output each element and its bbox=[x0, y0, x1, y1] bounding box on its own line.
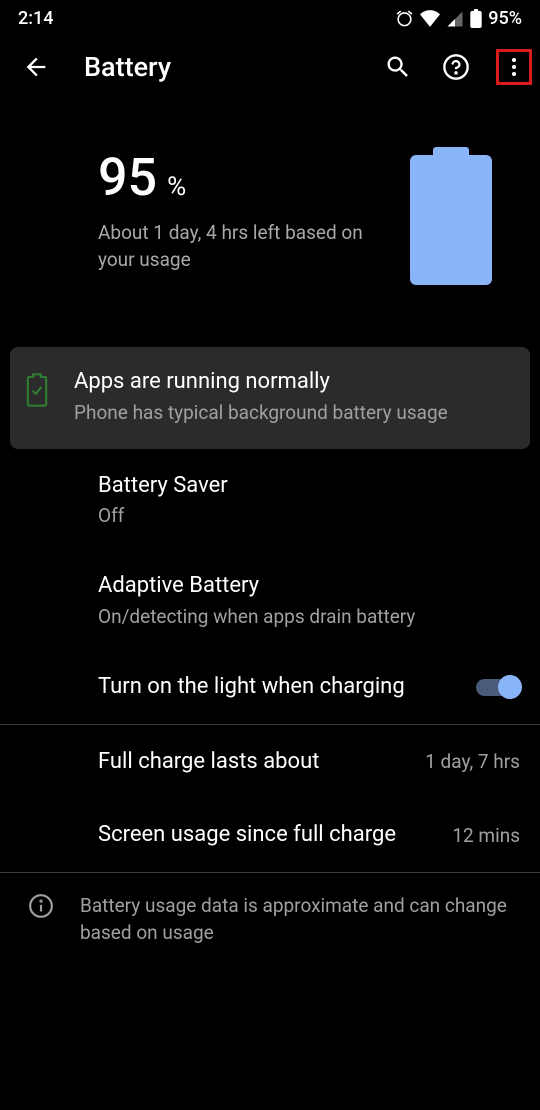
setting-title: Screen usage since full charge bbox=[98, 820, 436, 850]
battery-status-pct: 95% bbox=[488, 8, 522, 29]
battery-hero: 95 % About 1 day, 4 hrs left based on yo… bbox=[0, 97, 540, 321]
setting-subtitle: On/detecting when apps drain battery bbox=[98, 605, 520, 628]
signal-icon bbox=[446, 10, 464, 28]
alarm-icon bbox=[395, 9, 414, 28]
battery-graphic-icon bbox=[410, 147, 492, 285]
status-card-title: Apps are running normally bbox=[74, 369, 510, 394]
full-charge-item[interactable]: Full charge lasts about 1 day, 7 hrs bbox=[0, 725, 540, 799]
search-icon bbox=[384, 53, 412, 81]
status-bar: 2:14 95% bbox=[0, 0, 540, 37]
more-vert-icon bbox=[502, 55, 526, 79]
setting-title: Full charge lasts about bbox=[98, 747, 409, 777]
adaptive-battery-item[interactable]: Adaptive Battery On/detecting when apps … bbox=[0, 549, 540, 650]
wifi-icon bbox=[420, 10, 440, 27]
setting-title: Adaptive Battery bbox=[98, 571, 520, 601]
battery-estimate: About 1 day, 4 hrs left based on your us… bbox=[98, 220, 380, 273]
search-button[interactable] bbox=[380, 49, 416, 85]
setting-subtitle: Off bbox=[98, 504, 520, 527]
setting-title: Battery Saver bbox=[98, 471, 520, 501]
status-icons: 95% bbox=[395, 8, 522, 29]
arrow-back-icon bbox=[22, 53, 50, 81]
setting-value: 1 day, 7 hrs bbox=[425, 750, 520, 773]
back-button[interactable] bbox=[18, 49, 54, 85]
footer-note: Battery usage data is approximate and ca… bbox=[0, 873, 540, 966]
battery-ok-icon bbox=[26, 373, 48, 407]
setting-title: Turn on the light when charging bbox=[98, 672, 460, 702]
help-button[interactable] bbox=[438, 49, 474, 85]
screen-usage-item[interactable]: Screen usage since full charge 12 mins bbox=[0, 798, 540, 872]
status-card-subtitle: Phone has typical background battery usa… bbox=[74, 400, 510, 427]
light-when-charging-item[interactable]: Turn on the light when charging bbox=[0, 650, 540, 724]
apps-status-card[interactable]: Apps are running normally Phone has typi… bbox=[10, 347, 530, 449]
more-options-button[interactable] bbox=[496, 49, 532, 85]
battery-percentage: 95 % bbox=[98, 147, 380, 208]
battery-status-icon bbox=[470, 9, 482, 28]
light-when-charging-toggle[interactable] bbox=[476, 676, 520, 698]
battery-saver-item[interactable]: Battery Saver Off bbox=[0, 449, 540, 550]
footer-text: Battery usage data is approximate and ca… bbox=[80, 893, 520, 946]
info-icon bbox=[28, 893, 54, 919]
setting-value: 12 mins bbox=[452, 824, 520, 847]
app-bar: Battery bbox=[0, 37, 540, 97]
help-icon bbox=[442, 53, 470, 81]
status-time: 2:14 bbox=[18, 8, 53, 29]
page-title: Battery bbox=[84, 51, 360, 83]
